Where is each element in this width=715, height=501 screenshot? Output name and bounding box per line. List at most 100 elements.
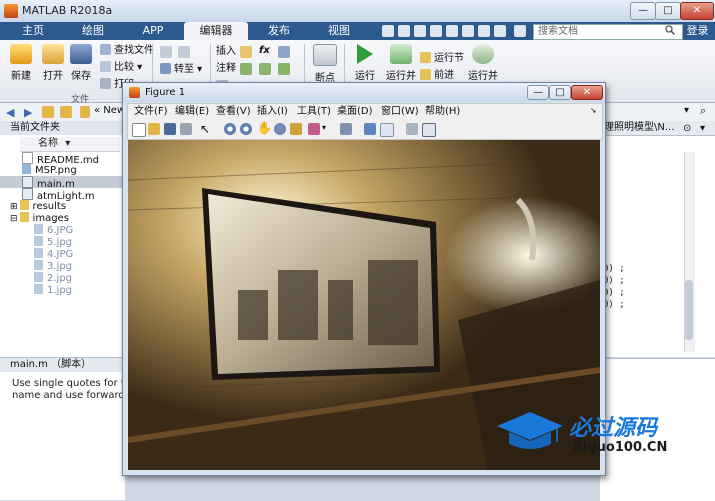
save-button[interactable]: 保存 [64, 42, 98, 82]
redo-icon[interactable] [462, 25, 474, 37]
save-quick-icon[interactable] [382, 25, 394, 37]
quick-access-menu-icon[interactable] [514, 25, 526, 37]
figure-maximize-button[interactable]: □ [549, 85, 571, 100]
editor-scrollbar-thumb[interactable] [685, 280, 693, 340]
undo-icon[interactable] [446, 25, 458, 37]
insert-button[interactable]: 插入 [216, 45, 236, 59]
hide-plot-tools-icon[interactable] [406, 123, 418, 135]
brush-icon[interactable] [308, 123, 320, 135]
minimize-button[interactable]: — [630, 2, 656, 20]
tab-editor[interactable]: 编辑器 [184, 22, 248, 40]
figure-title-bar[interactable]: Figure 1 — □ ✕ [123, 83, 605, 102]
menu-window[interactable]: 窗口(W) [381, 105, 419, 119]
login-button[interactable]: 登录 [680, 23, 715, 39]
file-row-6jpg[interactable]: 6.JPG [0, 224, 125, 236]
comment-button[interactable]: 注释 [216, 62, 236, 76]
figure-minimize-button[interactable]: — [527, 85, 549, 100]
goto-button[interactable]: 转至 ▾ [160, 63, 202, 77]
edit-plot-icon[interactable]: ↖ [200, 122, 210, 136]
menu-desktop[interactable]: 桌面(D) [337, 105, 373, 119]
find-files-button[interactable]: 查找文件 [100, 44, 154, 58]
cut-icon[interactable] [398, 25, 410, 37]
file-row-readme[interactable]: README.md [0, 152, 125, 166]
file-row-1jpg[interactable]: 1.jpg [0, 284, 125, 296]
folder-row-results[interactable]: ⊞ results [0, 200, 125, 212]
wrap-comment-icon[interactable] [278, 63, 290, 75]
new-figure-icon[interactable] [132, 123, 146, 137]
run-and-advance-button[interactable]: 运行并 [384, 42, 418, 82]
open-file-icon[interactable] [148, 123, 160, 135]
brush-dropdown-icon[interactable]: ▾ [322, 123, 326, 132]
collapse-icon[interactable]: ⊟ [10, 214, 18, 224]
paste-icon[interactable] [430, 25, 442, 37]
menu-insert[interactable]: 插入(I) [257, 105, 288, 119]
figure-close-button[interactable]: ✕ [571, 85, 603, 100]
tab-apps[interactable]: APP [124, 22, 182, 40]
data-cursor-icon[interactable] [290, 123, 302, 135]
browse-folder-icon[interactable] [60, 106, 72, 118]
advance-icon [420, 69, 431, 80]
advance-button[interactable]: 前进 [420, 69, 454, 83]
uncomment-icon[interactable] [259, 63, 271, 75]
menu-tools[interactable]: 工具(T) [297, 105, 331, 119]
insert-legend-icon[interactable] [380, 123, 394, 137]
comment-percent-icon[interactable] [240, 63, 252, 75]
run-and-time-button[interactable]: 运行并 [466, 42, 500, 82]
menu-help[interactable]: 帮助(H) [425, 105, 460, 119]
back-nav-icon[interactable] [160, 46, 172, 58]
menu-file[interactable]: 文件(F) [134, 105, 168, 119]
print-figure-icon[interactable] [180, 123, 192, 135]
insert-section-icon[interactable] [240, 46, 252, 58]
run-button[interactable]: 运行 [348, 42, 382, 82]
save-figure-icon[interactable] [164, 123, 176, 135]
tab-home[interactable]: 主页 [4, 22, 62, 40]
new-icon [10, 44, 32, 64]
search-documentation-input[interactable]: 搜索文档 [533, 24, 683, 40]
folder-row-images[interactable]: ⊟ images [0, 212, 125, 224]
search-icon[interactable] [665, 25, 675, 35]
up-folder-icon[interactable] [42, 106, 54, 118]
switch-windows-icon[interactable] [478, 25, 490, 37]
copy-icon[interactable] [414, 25, 426, 37]
menubar-dock-icon[interactable]: ➘ [590, 106, 597, 115]
forward-nav-icon[interactable] [178, 46, 190, 58]
file-row-main-selected[interactable]: main.m [0, 176, 125, 190]
maximize-button[interactable]: □ [655, 2, 681, 20]
link-plot-icon[interactable] [340, 123, 352, 135]
menu-view[interactable]: 查看(V) [216, 105, 251, 119]
new-button[interactable]: 新建 [4, 42, 38, 82]
zoom-out-icon[interactable] [240, 123, 252, 135]
path-search-icon[interactable]: ⌕ [700, 104, 706, 118]
show-plot-tools-icon[interactable] [422, 123, 436, 137]
file-row-4jpg[interactable]: 4.JPG [0, 248, 125, 260]
file-row-5jpg[interactable]: 5.jpg [0, 236, 125, 248]
back-arrow-icon[interactable]: ◀ [6, 106, 14, 119]
tab-plots[interactable]: 绘图 [64, 22, 122, 40]
goto-icon [160, 63, 171, 74]
path-breadcrumb[interactable]: « New [94, 105, 125, 116]
tab-publish[interactable]: 发布 [250, 22, 308, 40]
run-section-button[interactable]: 运行节 [420, 52, 464, 66]
editor-menu-icon[interactable]: ▾ [700, 123, 705, 134]
rotate-3d-icon[interactable] [274, 123, 286, 135]
zoom-in-icon[interactable] [224, 123, 236, 135]
help-icon[interactable] [494, 25, 506, 37]
insert-function-button[interactable]: fx [259, 44, 270, 58]
editor-actions-icon[interactable]: ⊙ [683, 123, 691, 134]
name-column-header[interactable]: 名称 ▾ [20, 137, 120, 152]
expand-icon[interactable]: ⊞ [10, 202, 18, 212]
format-icon[interactable] [278, 46, 290, 58]
tab-view[interactable]: 视图 [310, 22, 368, 40]
file-row-3jpg[interactable]: 3.jpg [0, 260, 125, 272]
path-dropdown-icon[interactable]: ▾ [684, 105, 689, 116]
file-row-msp[interactable]: MSP.png [0, 164, 125, 176]
file-row-atmlight[interactable]: atmLight.m [0, 188, 125, 202]
pan-icon[interactable]: ✋ [257, 121, 272, 135]
insert-colorbar-icon[interactable] [364, 123, 376, 135]
close-button[interactable]: ✕ [680, 2, 714, 20]
file-row-2jpg[interactable]: 2.jpg [0, 272, 125, 284]
compare-button[interactable]: 比较 ▾ [100, 61, 142, 75]
forward-arrow-icon[interactable]: ▶ [24, 106, 32, 119]
menu-edit[interactable]: 编辑(E) [175, 105, 209, 119]
breakpoint-button[interactable]: 断点 [308, 42, 342, 84]
